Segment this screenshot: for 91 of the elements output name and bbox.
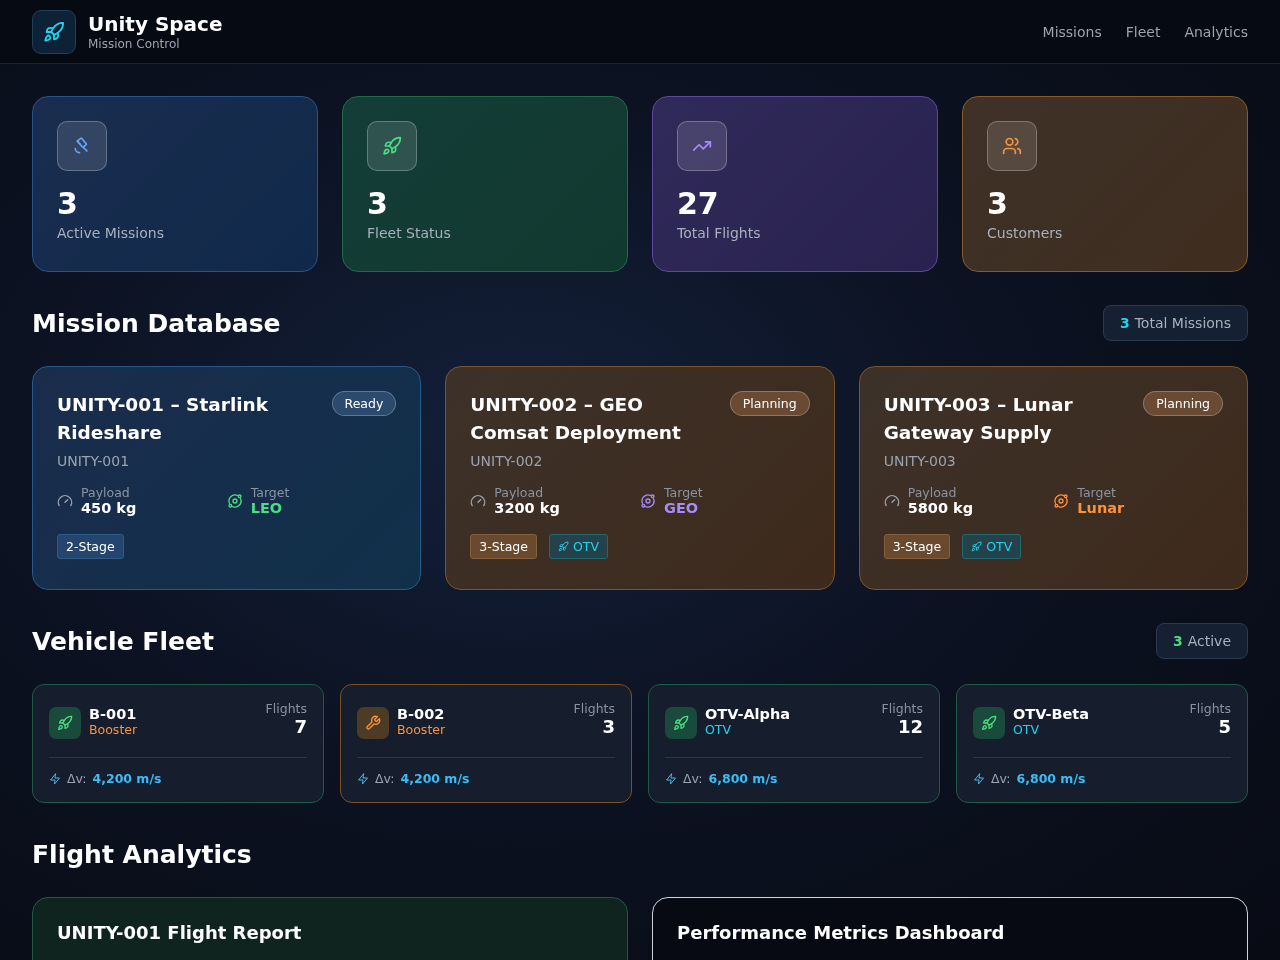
lightning-icon [973, 772, 985, 785]
field-value: GEO [664, 500, 700, 516]
mission-title: UNITY-001 – Starlink Rideshare [57, 393, 270, 445]
vehicle-name: OTV-Alpha [705, 706, 792, 722]
delta-v-label: Δv: [991, 771, 1011, 786]
flights-label: Flights [573, 701, 615, 716]
section-title: Mission Database [32, 308, 281, 338]
users-icon [1002, 136, 1022, 156]
field-label: Target [1077, 485, 1117, 500]
rocket-icon [557, 541, 569, 552]
delta-v-label: Δv: [67, 771, 87, 786]
orbit-icon [1053, 492, 1070, 509]
field-value: Lunar [1077, 500, 1125, 516]
field-label: Target [250, 485, 290, 500]
flights-count: 3 [601, 716, 615, 737]
mission-title: UNITY-002 – GEO Comsat Deployment [470, 393, 682, 445]
flights-label: Flights [265, 701, 307, 716]
vehicle-type: Booster [89, 722, 139, 737]
delta-v-value: 6,800 m/s [1016, 771, 1086, 786]
status-pill: Planning [1143, 391, 1223, 416]
rocket-icon [382, 136, 402, 156]
delta-v-value: 6,800 m/s [708, 771, 778, 786]
delta-v-label: Δv: [375, 771, 395, 786]
flights-label: Flights [881, 701, 923, 716]
status-pill: Ready [331, 391, 397, 416]
field-value: 450 kg [81, 500, 137, 516]
orbit-icon [226, 492, 243, 509]
lightning-icon [357, 772, 369, 785]
flights-count: 7 [293, 716, 307, 737]
flights-count: 12 [896, 716, 923, 737]
delta-v-value: 4,200 m/s [400, 771, 470, 786]
tag: OTV [548, 534, 608, 559]
lightning-icon [49, 772, 61, 785]
stat-value: 3 [987, 185, 1009, 223]
orbit-icon [640, 492, 656, 509]
vehicle-type: Booster [397, 722, 447, 737]
gauge-icon [57, 492, 73, 509]
panel-title: UNITY-001 Flight Report [57, 922, 303, 943]
stat-label: Total Flights [677, 225, 762, 241]
brand-subtitle: Mission Control [88, 35, 181, 52]
stat-label: Customers [987, 225, 1064, 241]
tag: 3-Stage [883, 534, 951, 559]
stat-label: Active Missions [57, 225, 165, 241]
section-title: Flight Analytics [32, 839, 252, 869]
field-label: Payload [907, 485, 958, 500]
field-value: 3200 kg [494, 500, 560, 516]
rocket-icon [971, 541, 983, 552]
nav-link[interactable]: Fleet [1125, 23, 1161, 40]
gauge-icon [470, 492, 487, 509]
count-label: Total Missions [1134, 315, 1231, 331]
delta-v-value: 4,200 m/s [92, 771, 162, 786]
field-value: LEO [250, 500, 284, 516]
field-label: Payload [494, 485, 545, 500]
stat-label: Fleet Status [367, 225, 452, 241]
section-title: Vehicle Fleet [32, 626, 214, 656]
field-label: Target [664, 485, 703, 500]
flights-count: 5 [1217, 716, 1231, 737]
stat-value: 3 [57, 185, 79, 223]
count-number: 3 [1172, 633, 1183, 649]
brand-name: Unity Space [88, 11, 223, 36]
tag: 2-Stage [57, 534, 124, 559]
mission-title: UNITY-003 – Lunar Gateway Supply [883, 393, 1074, 445]
vehicle-name: OTV-Beta [1013, 706, 1090, 722]
flights-label: Flights [1189, 701, 1231, 716]
vehicle-name: B-001 [89, 706, 138, 722]
rocket-icon [673, 715, 689, 731]
count-number: 3 [1119, 315, 1130, 331]
count-label: Active [1187, 633, 1231, 649]
lightning-icon [665, 772, 677, 785]
mission-id: UNITY-003 [883, 453, 957, 469]
tag: 3-Stage [470, 534, 537, 559]
panel-title: Performance Metrics Dashboard [677, 922, 1006, 943]
mission-id: UNITY-002 [470, 453, 544, 469]
vehicle-name: B-002 [397, 706, 446, 722]
rocket-icon [43, 20, 65, 43]
gauge-icon [883, 492, 900, 509]
rocket-icon [57, 715, 73, 731]
vehicle-type: OTV [1013, 722, 1041, 737]
stat-value: 27 [677, 185, 720, 223]
stat-value: 3 [367, 185, 389, 223]
field-label: Payload [81, 485, 131, 500]
mission-id: UNITY-001 [57, 453, 131, 469]
tag: OTV [962, 534, 1022, 559]
delta-v-label: Δv: [683, 771, 703, 786]
rocket-icon [981, 715, 997, 731]
nav-link[interactable]: Analytics [1184, 23, 1248, 40]
vehicle-type: OTV [705, 722, 733, 737]
wrench-icon [365, 715, 381, 731]
nav-link[interactable]: Missions [1042, 23, 1102, 40]
status-pill: Planning [729, 391, 810, 416]
field-value: 5800 kg [907, 500, 974, 516]
